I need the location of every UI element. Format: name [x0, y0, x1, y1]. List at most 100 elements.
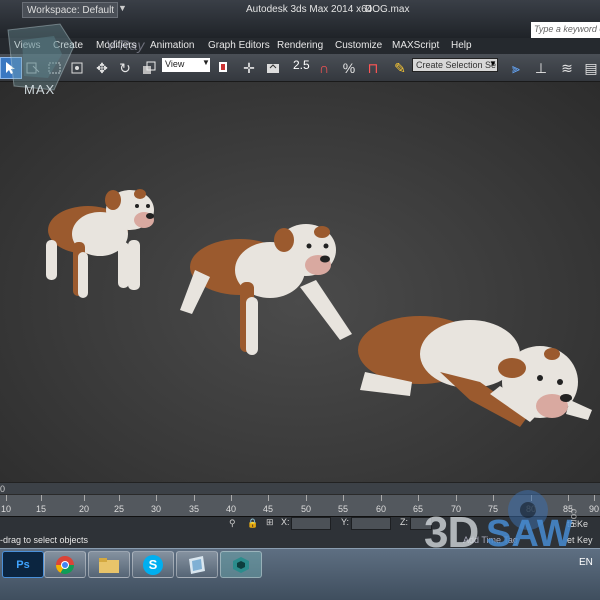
x-coordinate-field[interactable] [291, 517, 331, 530]
tick-label: 10 [0, 504, 12, 514]
menu-views[interactable]: Views [14, 40, 41, 51]
viewport-scene [46, 189, 592, 427]
align-icon: ⊥ [534, 59, 548, 76]
3dsmax-icon [233, 556, 249, 573]
menu-maxscript[interactable]: MAXScript [392, 40, 439, 51]
perspective-viewport[interactable] [0, 82, 600, 482]
angle-snap-button[interactable]: ∩ [313, 57, 335, 79]
app-title: Autodesk 3ds Max 2014 x64 [246, 4, 373, 15]
menu-graph-editors[interactable]: Graph Editors [208, 40, 270, 51]
tick-mark [194, 495, 195, 501]
tick-label: 20 [78, 504, 90, 514]
window-crossing-icon [71, 62, 83, 74]
skype-icon: S [143, 554, 163, 575]
rotate-button[interactable]: ↻ [114, 57, 136, 79]
menu-animation[interactable]: Animation [150, 40, 194, 51]
layers-icon: ≋ [561, 59, 573, 76]
tick-mark [418, 495, 419, 501]
z-label: Z: [400, 517, 408, 527]
pivot-center-button[interactable] [213, 57, 235, 79]
tick-mark [156, 495, 157, 501]
tick-label: 30 [150, 504, 162, 514]
photoshop-icon: Ps [16, 558, 30, 571]
lock-icon[interactable]: 🔒 [247, 518, 258, 529]
dog-model-walking[interactable] [180, 224, 352, 355]
graphite-toggle-button[interactable]: ▤ [580, 57, 600, 79]
edit-named-selection-button[interactable]: ✎ [389, 57, 411, 79]
chevron-down-icon[interactable]: ▼ [489, 59, 497, 68]
dog-model-lying[interactable] [358, 316, 592, 427]
chevron-down-icon[interactable]: ▼ [118, 3, 127, 13]
tick-label: 45 [262, 504, 274, 514]
explorer-taskbar-button[interactable] [88, 551, 130, 578]
dog-model-standing-small[interactable] [46, 189, 154, 298]
watermark-3d: 3D [424, 508, 479, 557]
percent-snap-button[interactable]: % [338, 57, 360, 79]
keyboard-icon [267, 64, 279, 73]
tick-mark [381, 495, 382, 501]
select-and-manipulate-button[interactable]: ✛ [238, 57, 260, 79]
layer-manager-button[interactable]: ≋ [556, 57, 578, 79]
absolute-mode-icon[interactable]: ⊞ [266, 517, 274, 528]
pin-icon[interactable]: ⚲ [229, 518, 236, 529]
select-object-button[interactable] [0, 57, 22, 79]
tick-mark [6, 495, 7, 501]
file-explorer-icon [99, 557, 119, 573]
tick-mark [119, 495, 120, 501]
tick-label: 15 [35, 504, 47, 514]
angle-snap-icon: ∩ [318, 60, 330, 76]
workspace-dropdown[interactable]: Workspace: Default [22, 2, 118, 18]
tick-mark [231, 495, 232, 501]
window-crossing-button[interactable] [66, 57, 88, 79]
snaps-toggle[interactable]: 2.5 [293, 58, 310, 72]
menu-customize[interactable]: Customize [335, 40, 382, 51]
y-label: Y: [341, 517, 350, 527]
skype-taskbar-button[interactable]: S [132, 551, 174, 578]
tick-mark [306, 495, 307, 501]
tick-label: 60 [375, 504, 387, 514]
tick-label: 90 [588, 504, 600, 514]
move-icon: ✥ [96, 59, 108, 76]
cursor-icon [6, 62, 15, 74]
menu-rendering[interactable]: Rendering [277, 40, 323, 51]
select-by-name-button[interactable] [22, 57, 44, 79]
chevron-down-icon[interactable]: ▼ [202, 58, 210, 67]
y-coordinate-field[interactable] [351, 517, 391, 530]
photoshop-taskbar-button[interactable]: Ps [2, 551, 44, 578]
move-button[interactable]: ✥ [91, 57, 113, 79]
menu-help[interactable]: Help [451, 40, 472, 51]
tick-mark [456, 495, 457, 501]
pencil-icon: ✎ [394, 59, 406, 76]
keyboard-shortcut-toggle[interactable] [262, 57, 284, 79]
manipulate-icon: ✛ [243, 59, 255, 76]
document-taskbar-button[interactable] [176, 551, 218, 578]
time-slider-frame: 0 [0, 484, 6, 494]
help-search-input[interactable]: Type a keyword or [531, 22, 600, 38]
align-button[interactable]: ⊥ [530, 57, 552, 79]
percent-snap-icon: % [342, 60, 356, 76]
scale-button[interactable] [138, 57, 160, 79]
tick-mark [594, 495, 595, 501]
tick-mark [493, 495, 494, 501]
tick-mark [531, 495, 532, 501]
mirror-icon: ⫸ [512, 59, 520, 76]
tick-label: 40 [225, 504, 237, 514]
document-icon [189, 555, 205, 574]
file-name: DOG.max [365, 4, 410, 15]
menu-create[interactable]: Create [53, 40, 83, 51]
time-slider[interactable]: 0 [0, 482, 600, 494]
spinner-snap-button[interactable]: ⊓ [362, 57, 384, 79]
tick-label: 50 [300, 504, 312, 514]
mirror-button[interactable]: ⫸ [505, 57, 527, 79]
tick-mark [41, 495, 42, 501]
pivot-icon [219, 62, 227, 72]
language-indicator[interactable]: EN [579, 557, 593, 568]
tick-label: 35 [188, 504, 200, 514]
rect-selection-button[interactable] [44, 57, 66, 79]
tick-mark [343, 495, 344, 501]
named-selection-set-dropdown[interactable]: Create Selection Se [412, 58, 498, 72]
chrome-taskbar-button[interactable] [44, 551, 86, 578]
3dsmax-taskbar-button[interactable] [220, 551, 262, 578]
tick-label: 65 [412, 504, 424, 514]
select-by-name-icon [26, 62, 40, 74]
